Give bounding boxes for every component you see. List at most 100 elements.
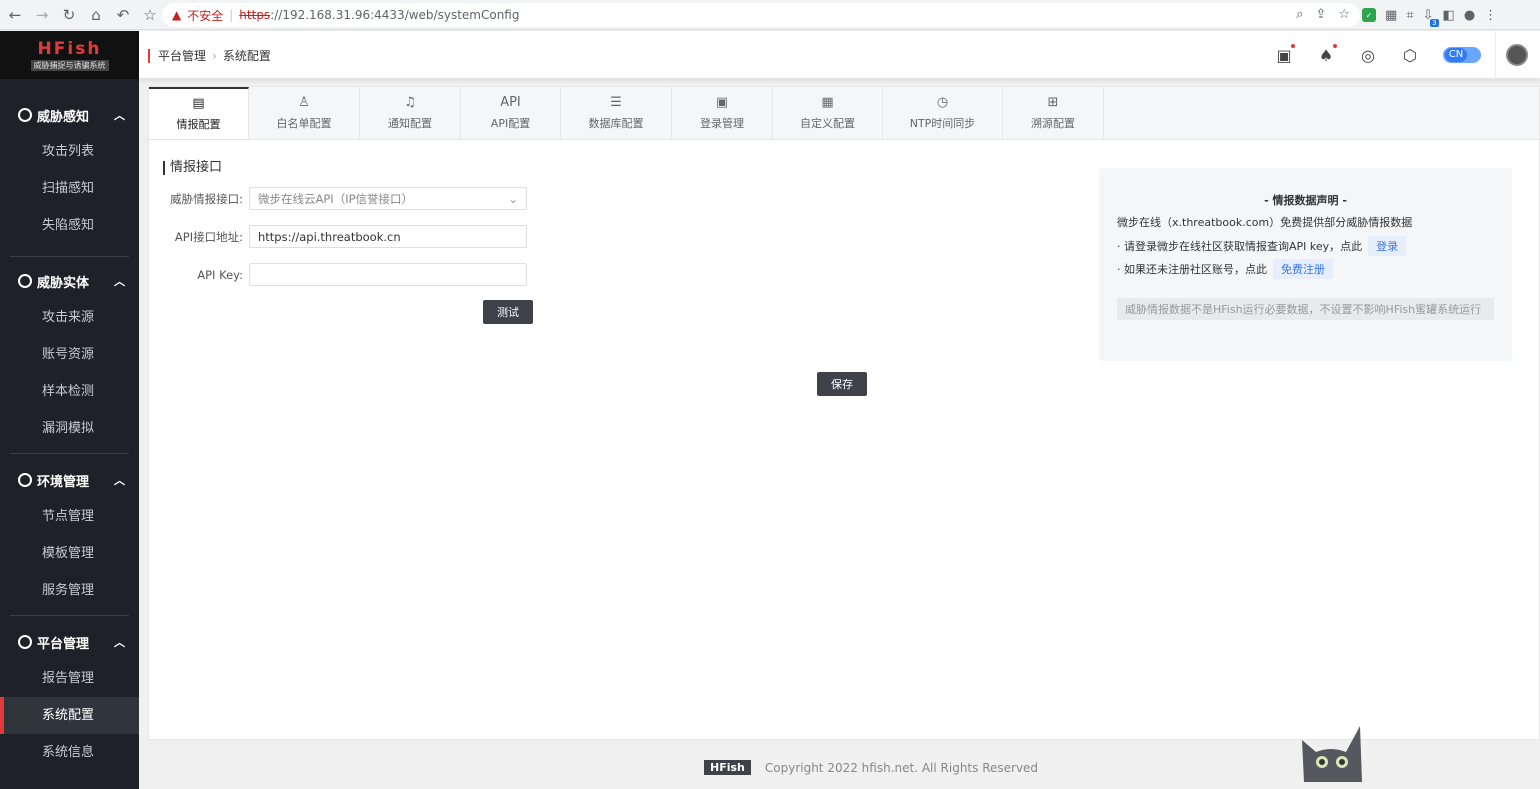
back-icon[interactable]: ←	[3, 3, 27, 27]
hexagon-icon[interactable]: ⬡	[1389, 46, 1431, 65]
breadcrumb-item[interactable]: 平台管理	[158, 47, 206, 64]
sidebar-item-node-management[interactable]: 节点管理	[10, 498, 129, 535]
reload-icon[interactable]: ↻	[57, 3, 81, 27]
rocket-icon[interactable]: ♠	[1305, 43, 1347, 65]
forward-icon[interactable]: →	[30, 3, 54, 27]
profile-icon[interactable]: ●	[1464, 8, 1475, 23]
browser-toolbar: ← → ↻ ⌂ ↶ ☆ ▲ 不安全 | https ://192.168.31.…	[0, 0, 1540, 30]
footer: HFish Copyright 2022 hfish.net. All Righ…	[704, 760, 1038, 775]
register-link[interactable]: 免费注册	[1273, 259, 1333, 279]
crop-icon[interactable]: ⌗	[1406, 8, 1413, 23]
sidebar-item-sample-detection[interactable]: 样本检测	[10, 373, 129, 410]
report-icon[interactable]: ▣	[1263, 43, 1305, 65]
insecure-label: 不安全	[187, 8, 224, 23]
breadcrumb: 平台管理 › 系统配置	[148, 47, 271, 64]
extension-shield-icon[interactable]: ✓	[1362, 8, 1376, 22]
sidebar-item-system-info[interactable]: 系统信息	[10, 734, 129, 771]
sidebar-item-service-management[interactable]: 服务管理	[10, 572, 129, 609]
extensions-grid-icon[interactable]: ▦	[1385, 8, 1397, 23]
list-icon: ☰	[610, 95, 622, 110]
test-button[interactable]: 测试	[483, 300, 533, 324]
target-icon	[18, 274, 32, 288]
chevron-up-icon: ︿	[114, 109, 125, 122]
home-icon[interactable]: ⌂	[84, 3, 108, 27]
sidebar: HFish 威胁捕捉与诱骗系统 威胁感知 ︿ 攻击列表 扫描感知 失陷感知 威胁…	[0, 31, 139, 789]
tab-notify-config[interactable]: ♫ 通知配置	[360, 87, 461, 139]
url-scheme: https	[239, 8, 271, 22]
logo[interactable]: HFish 威胁捕捉与诱骗系统	[0, 31, 139, 79]
zoom-icon[interactable]: ⌕	[1296, 7, 1303, 22]
sidebar-group-threat-perception: 威胁感知 ︿ 攻击列表 扫描感知 失陷感知	[10, 97, 129, 257]
api-url-row: API接口地址:	[149, 225, 527, 248]
sidebar-item-vuln-simulation[interactable]: 漏洞模拟	[10, 410, 129, 447]
copyright: Copyright 2022 hfish.net. All Rights Res…	[764, 760, 1039, 775]
chevron-up-icon: ︿	[114, 636, 125, 649]
menu-dots-icon[interactable]: ⋮	[1484, 8, 1497, 23]
book-icon: ▤	[192, 96, 205, 111]
footer-logo: HFish	[704, 760, 751, 775]
tab-database-config[interactable]: ☰ 数据库配置	[561, 87, 672, 139]
warning-icon: ▲	[172, 8, 182, 22]
tab-custom-config[interactable]: ▦ 自定义配置	[773, 87, 883, 139]
api-key-label: API Key:	[197, 267, 243, 282]
notice-line: · 如果还未注册社区账号，点此 免费注册	[1117, 259, 1333, 279]
undo-icon[interactable]: ↶	[111, 3, 135, 27]
sidepanel-icon[interactable]: ◧	[1443, 8, 1455, 23]
notice-line: · 请登录微步在线社区获取情报查询API key，点此 登录	[1117, 236, 1407, 256]
tab-whitelist-config[interactable]: ♙ 白名单配置	[249, 87, 360, 139]
tab-trace-config[interactable]: ⊞ 溯源配置	[1003, 87, 1104, 139]
sidebar-group-threat-entity: 威胁实体 ︿ 攻击来源 账号资源 样本检测 漏洞模拟	[10, 263, 129, 454]
tab-api-config[interactable]: API API配置	[461, 87, 561, 139]
shield-icon	[18, 473, 32, 487]
sidebar-item-template-management[interactable]: 模板管理	[10, 535, 129, 572]
user-icon: ♙	[298, 95, 310, 110]
bookmark-star-icon[interactable]: ☆	[138, 3, 162, 27]
tab-ntp-sync[interactable]: ◷ NTP时间同步	[883, 87, 1003, 139]
download-icon[interactable]: ⇩ 3	[1423, 8, 1439, 27]
sidebar-group-head[interactable]: 平台管理 ︿	[10, 624, 129, 660]
notice-line: 微步在线（x.threatbook.com）免费提供部分威胁情报数据	[1117, 216, 1413, 229]
top-header: 平台管理 › 系统配置 ▣ ♠ ◎ ⬡ CN	[139, 31, 1540, 79]
tab-login-management[interactable]: ▣ 登录管理	[672, 87, 773, 139]
network-icon: ⊞	[1047, 95, 1059, 110]
intel-notice-panel: - 情报数据声明 - 微步在线（x.threatbook.com）免费提供部分威…	[1099, 168, 1512, 361]
notice-tip: 威胁情报数据不是HFish运行必要数据，不设置不影响HFish蜜罐系统运行	[1117, 298, 1494, 320]
sidebar-item-compromise[interactable]: 失陷感知	[10, 207, 129, 244]
sidebar-group-head[interactable]: 环境管理 ︿	[10, 462, 129, 498]
sidebar-item-scan-perception[interactable]: 扫描感知	[10, 170, 129, 207]
settings-icon	[18, 635, 32, 649]
chevron-up-icon: ︿	[114, 275, 125, 288]
tab-intel-config[interactable]: ▤ 情报配置	[149, 87, 249, 139]
sidebar-group-head[interactable]: 威胁实体 ︿	[10, 263, 129, 299]
sidebar-item-system-config[interactable]: 系统配置	[0, 697, 139, 734]
api-key-row: API Key:	[149, 263, 527, 286]
chevron-up-icon: ︿	[114, 474, 125, 487]
intel-interface-row: 威胁情报接口: 微步在线云API（IP信誉接口） ⌄	[149, 187, 527, 210]
sidebar-group-platform: 平台管理 ︿ 报告管理 系统配置 系统信息	[0, 624, 139, 771]
chevron-down-icon: ⌄	[508, 191, 518, 206]
url-path: ://192.168.31.96:4433/web/systemConfig	[270, 8, 520, 22]
main-panel: ▤ 情报配置 ♙ 白名单配置 ♫ 通知配置 API API配置 ☰ 数据库配置 …	[148, 86, 1540, 740]
sidebar-item-attack-list[interactable]: 攻击列表	[10, 133, 129, 170]
star-icon[interactable]: ☆	[1338, 7, 1350, 22]
sidebar-item-account-resource[interactable]: 账号资源	[10, 336, 129, 373]
api-key-input[interactable]	[258, 267, 518, 282]
share-icon[interactable]: ⇪	[1315, 7, 1326, 22]
login-link[interactable]: 登录	[1368, 236, 1407, 256]
bell-icon: ♫	[404, 95, 416, 110]
clock-icon: ◷	[936, 95, 949, 110]
avatar[interactable]	[1506, 44, 1528, 66]
cat-mascot-icon	[1302, 726, 1362, 782]
wechat-icon[interactable]: ◎	[1347, 46, 1389, 65]
save-button[interactable]: 保存	[817, 372, 867, 396]
grid-icon: ▦	[821, 95, 834, 110]
api-url-input[interactable]	[258, 229, 518, 244]
sidebar-item-attack-source[interactable]: 攻击来源	[10, 299, 129, 336]
intel-interface-select[interactable]: 微步在线云API（IP信誉接口） ⌄	[249, 187, 527, 210]
api-url-label: API接口地址:	[174, 229, 243, 244]
sidebar-item-report-management[interactable]: 报告管理	[10, 660, 129, 697]
language-toggle[interactable]: CN	[1443, 47, 1481, 63]
address-bar[interactable]: ▲ 不安全 | https ://192.168.31.96:4433/web/…	[162, 3, 1360, 27]
api-icon: API	[500, 95, 521, 110]
sidebar-group-head[interactable]: 威胁感知 ︿	[10, 97, 129, 133]
